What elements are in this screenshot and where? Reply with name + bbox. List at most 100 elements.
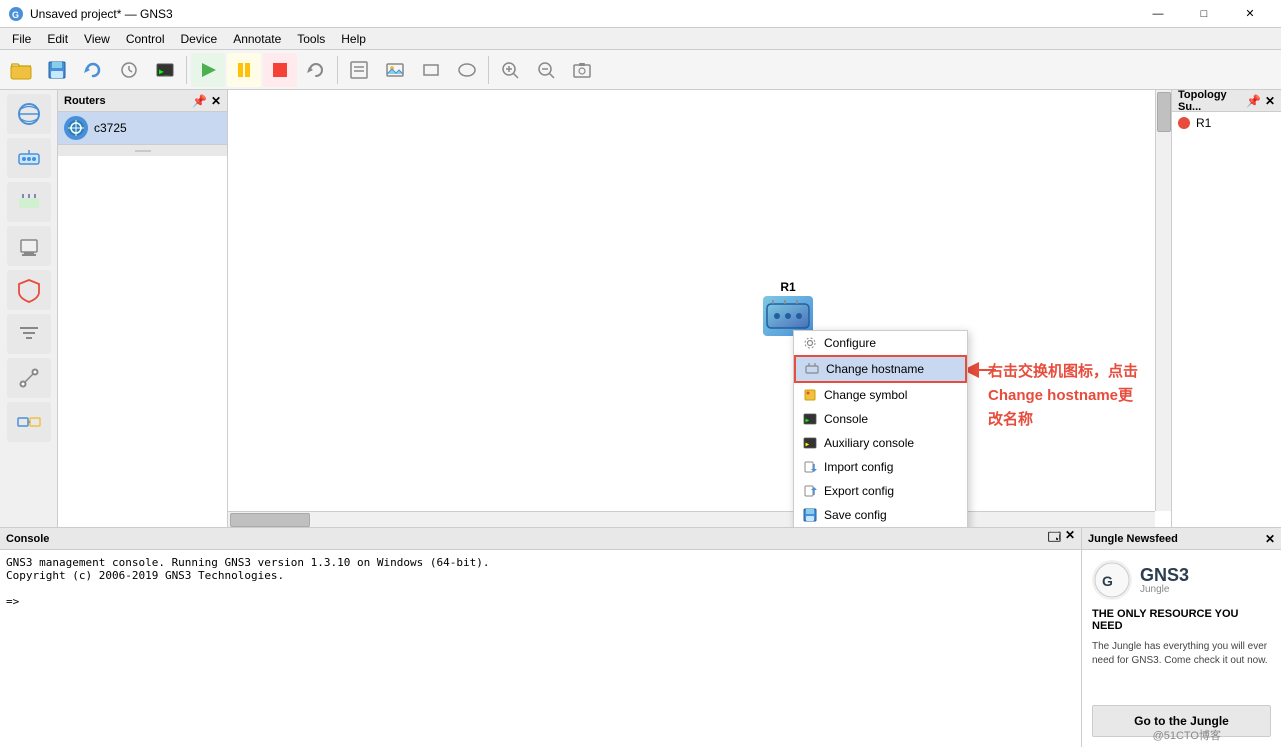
history-button[interactable] xyxy=(112,53,146,87)
ctx-export-config[interactable]: Export config xyxy=(794,479,967,503)
topology-header-icons: 📌 ✕ xyxy=(1246,94,1275,108)
ctx-configure-label: Configure xyxy=(824,336,876,350)
change-symbol-icon xyxy=(802,387,818,403)
export-config-icon xyxy=(802,483,818,499)
stop-all-button[interactable] xyxy=(263,53,297,87)
menu-edit[interactable]: Edit xyxy=(39,30,76,48)
all-devices-button[interactable] xyxy=(7,94,51,134)
topology-header: Topology Su... 📌 ✕ xyxy=(1172,90,1281,112)
rectangle-button[interactable] xyxy=(414,53,448,87)
ctx-console[interactable]: ▶ Console xyxy=(794,407,967,431)
start-all-button[interactable] xyxy=(191,53,225,87)
open-folder-button[interactable] xyxy=(4,53,38,87)
topology-title: Topology Su... xyxy=(1178,89,1246,113)
ctx-change-hostname[interactable]: Change hostname xyxy=(794,355,967,383)
maximize-button[interactable]: □ xyxy=(1181,0,1227,28)
canvas-area[interactable]: R1 xyxy=(228,90,1171,527)
zoom-out-button[interactable] xyxy=(529,53,563,87)
save-button[interactable] xyxy=(40,53,74,87)
insert-image-button[interactable] xyxy=(378,53,412,87)
configure-icon xyxy=(802,335,818,351)
canvas-scrollbar-v[interactable] xyxy=(1155,90,1171,511)
ctx-change-symbol-label: Change symbol xyxy=(824,388,907,402)
jungle-header-icons: ✕ xyxy=(1265,532,1275,546)
reload-all-button[interactable] xyxy=(299,53,333,87)
routers-pin-icon[interactable]: 📌 xyxy=(192,94,207,108)
ellipse-button[interactable] xyxy=(450,53,484,87)
topology-pin-icon[interactable]: 📌 xyxy=(1246,94,1261,108)
jungle-header: Jungle Newsfeed ✕ xyxy=(1082,528,1281,550)
jungle-logo: G GNS3 Jungle xyxy=(1092,560,1271,600)
all-devices-filter[interactable] xyxy=(7,314,51,354)
menu-help[interactable]: Help xyxy=(333,30,374,48)
ctx-save-config-label: Save config xyxy=(824,508,887,522)
menu-file[interactable]: File xyxy=(4,30,39,48)
reload-button[interactable] xyxy=(76,53,110,87)
ctx-auxiliary-console-label: Auxiliary console xyxy=(824,436,914,450)
link-devices-button[interactable] xyxy=(7,402,51,442)
router-item-c3725[interactable]: c3725 xyxy=(58,112,227,144)
menu-tools[interactable]: Tools xyxy=(289,30,333,48)
ctx-import-config[interactable]: Import config xyxy=(794,455,967,479)
connect-button[interactable] xyxy=(7,358,51,398)
annotate-button[interactable] xyxy=(342,53,376,87)
console-all-button[interactable]: ▶_ xyxy=(148,53,182,87)
jungle-close-icon[interactable]: ✕ xyxy=(1265,532,1275,546)
screenshot-button[interactable] xyxy=(565,53,599,87)
left-panel xyxy=(0,90,58,527)
routers-close-icon[interactable]: ✕ xyxy=(211,94,221,108)
canvas-router-r1[interactable]: R1 xyxy=(763,280,813,336)
ctx-save-config[interactable]: Save config xyxy=(794,503,967,527)
menu-device[interactable]: Device xyxy=(173,30,226,48)
topology-panel: Topology Su... 📌 ✕ R1 xyxy=(1171,90,1281,527)
menu-control[interactable]: Control xyxy=(118,30,173,48)
ctx-change-symbol[interactable]: Change symbol xyxy=(794,383,967,407)
jungle-logo-text: GNS3 Jungle xyxy=(1140,566,1189,595)
menu-annotate[interactable]: Annotate xyxy=(225,30,289,48)
close-button[interactable]: ✕ xyxy=(1227,0,1273,28)
jungle-content: G GNS3 Jungle THE ONLY RESOURCE YOU NEED… xyxy=(1082,550,1281,747)
content-area: Routers 📌 ✕ c3725 R1 xyxy=(0,90,1281,747)
jungle-description: The Jungle has everything you will ever … xyxy=(1092,640,1271,668)
auxiliary-console-icon: ▶ xyxy=(802,435,818,451)
toolbar-separator-1 xyxy=(186,56,187,84)
ctx-auxiliary-console[interactable]: ▶ Auxiliary console xyxy=(794,431,967,455)
ctx-change-hostname-label: Change hostname xyxy=(826,362,924,376)
jungle-panel: Jungle Newsfeed ✕ G GNS3 Jungle xyxy=(1081,528,1281,747)
svg-text:▶: ▶ xyxy=(806,417,810,424)
console-panel: Console 🗔 ✕ GNS3 management console. Run… xyxy=(0,528,1081,747)
routers-panel: Routers 📌 ✕ c3725 xyxy=(58,90,228,527)
router-label-c3725: c3725 xyxy=(94,121,127,135)
menu-view[interactable]: View xyxy=(76,30,118,48)
minimize-button[interactable]: — xyxy=(1135,0,1181,28)
app-icon: G xyxy=(8,6,24,22)
v-scrollbar-thumb[interactable] xyxy=(1157,92,1171,132)
topology-close-icon[interactable]: ✕ xyxy=(1265,94,1275,108)
console-float-icon[interactable]: 🗔 xyxy=(1048,528,1061,549)
svg-text:▶: ▶ xyxy=(806,441,810,448)
bottom-strip: Console 🗔 ✕ GNS3 management console. Run… xyxy=(0,527,1281,747)
menubar: File Edit View Control Device Annotate T… xyxy=(0,28,1281,50)
toolbar-separator-2 xyxy=(337,56,338,84)
h-scrollbar-thumb[interactable] xyxy=(230,513,310,527)
topology-label-r1: R1 xyxy=(1196,116,1211,130)
switches-button[interactable] xyxy=(7,182,51,222)
zoom-in-button[interactable] xyxy=(493,53,527,87)
svg-text:▶_: ▶_ xyxy=(159,67,169,76)
routers-resize-handle[interactable] xyxy=(58,144,227,156)
router-icon-c3725 xyxy=(64,116,88,140)
ctx-console-label: Console xyxy=(824,412,868,426)
security-devices-button[interactable] xyxy=(7,270,51,310)
console-close-icon[interactable]: ✕ xyxy=(1065,528,1075,549)
routers-header: Routers 📌 ✕ xyxy=(58,90,227,112)
end-devices-button[interactable] xyxy=(7,226,51,266)
canvas-scrollbar-h[interactable] xyxy=(228,511,1155,527)
routers-button[interactable] xyxy=(7,138,51,178)
watermark: @51CTO博客 xyxy=(1153,727,1221,743)
topology-item-r1[interactable]: R1 xyxy=(1172,112,1281,134)
console-content[interactable]: GNS3 management console. Running GNS3 ve… xyxy=(0,550,1081,747)
ctx-configure[interactable]: Configure xyxy=(794,331,967,355)
ctx-import-config-label: Import config xyxy=(824,460,893,474)
console-icon: ▶ xyxy=(802,411,818,427)
pause-all-button[interactable] xyxy=(227,53,261,87)
